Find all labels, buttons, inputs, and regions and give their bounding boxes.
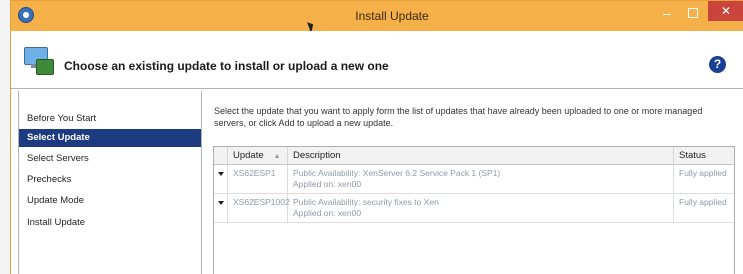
update-status: Fully applied <box>679 168 727 178</box>
maximize-button[interactable] <box>682 5 704 23</box>
sidebar-item-select-update[interactable]: Select Update <box>19 129 201 147</box>
column-header-update[interactable]: Update ▲ <box>228 147 288 164</box>
expand-column-header <box>214 147 228 164</box>
expand-row-toggle[interactable] <box>214 194 228 222</box>
expand-arrow-icon <box>218 201 224 205</box>
expand-arrow-icon <box>218 172 224 176</box>
update-description: Public Availability: security fixes to X… <box>288 194 674 222</box>
update-status: Fully applied <box>679 197 727 207</box>
close-button[interactable]: ✕ <box>708 1 743 21</box>
instructions-text: Select the update that you want to apply… <box>214 106 703 128</box>
update-description: Public Availability: XenServer 6.2 Servi… <box>288 165 674 193</box>
page-title: Choose an existing update to install or … <box>64 59 389 73</box>
column-header-description[interactable]: Description <box>288 147 674 164</box>
help-icon[interactable]: ? <box>709 56 726 73</box>
sidebar-item-prechecks[interactable]: Prechecks <box>19 171 201 189</box>
description-line: Public Availability: security fixes to X… <box>293 197 439 207</box>
column-header-status[interactable]: Status <box>674 147 736 164</box>
wizard-steps-sidebar: Before You Start Select Update Select Se… <box>18 91 202 274</box>
main-panel: Select the update that you want to apply… <box>202 91 743 274</box>
updates-table: Update ▲ Description Status XS62ESP1 Publ… <box>213 146 735 274</box>
sidebar-item-select-servers[interactable]: Select Servers <box>19 150 201 168</box>
maximize-icon <box>688 8 698 18</box>
update-name: XS62ESP1002 <box>228 194 290 222</box>
column-header-update-label: Update <box>233 150 264 161</box>
sidebar-item-update-mode[interactable]: Update Mode <box>19 192 201 210</box>
sort-ascending-icon: ▲ <box>273 153 281 160</box>
install-update-icon <box>24 47 54 75</box>
wizard-header: Choose an existing update to install or … <box>11 31 743 89</box>
install-update-window: Install Update – ✕ Choose an existing up… <box>10 0 743 274</box>
description-line: Public Availability: XenServer 6.2 Servi… <box>293 168 501 178</box>
expand-row-toggle[interactable] <box>214 165 228 193</box>
sidebar-item-before-you-start[interactable]: Before You Start <box>19 110 201 128</box>
table-row[interactable]: XS62ESP1 Public Availability: XenServer … <box>214 165 734 194</box>
applied-on-line: Applied on: xen00 <box>293 179 362 189</box>
minimize-button[interactable]: – <box>656 5 678 23</box>
update-name: XS62ESP1 <box>228 165 288 193</box>
title-bar[interactable]: Install Update – ✕ <box>11 1 743 34</box>
table-header: Update ▲ Description Status <box>214 147 734 165</box>
applied-on-line: Applied on: xen00 <box>293 208 362 218</box>
window-title: Install Update <box>355 9 429 23</box>
background-edge <box>0 0 10 274</box>
table-row[interactable]: XS62ESP1002 Public Availability: securit… <box>214 194 734 223</box>
sidebar-item-install-update[interactable]: Install Update <box>19 214 201 232</box>
